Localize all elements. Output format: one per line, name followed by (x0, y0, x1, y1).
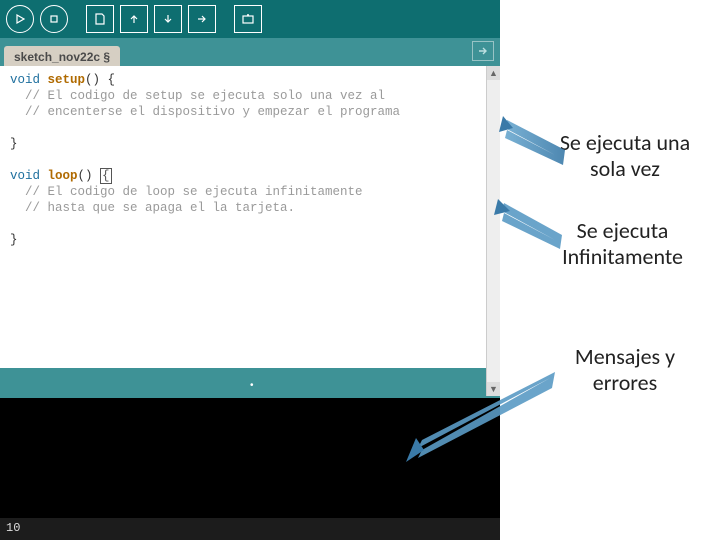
comment: // hasta que se apaga el la tarjeta. (10, 201, 295, 215)
annotation-setup: Se ejecuta una sola vez (540, 130, 710, 182)
new-button[interactable] (86, 5, 114, 33)
scroll-down-button[interactable]: ▼ (487, 382, 500, 396)
upload-button[interactable] (188, 5, 216, 33)
sketch-tab[interactable]: sketch_nov22c § (4, 46, 120, 66)
stop-button[interactable] (40, 5, 68, 33)
annotation-console: Mensajes y errores (545, 344, 705, 396)
annotation-loop: Se ejecuta Infinitamente (525, 218, 720, 270)
punct: } (10, 137, 18, 151)
function-setup: setup (48, 73, 86, 87)
scroll-up-button[interactable]: ▲ (487, 66, 500, 80)
comment: // El codigo de setup se ejecuta solo un… (10, 89, 385, 103)
punct: () { (85, 73, 115, 87)
toolbar (0, 0, 500, 38)
tab-bar: sketch_nov22c § (0, 38, 500, 66)
save-button[interactable] (154, 5, 182, 33)
function-loop: loop (48, 169, 78, 183)
code-editor[interactable]: void setup() { // El codigo de setup se … (0, 66, 500, 368)
keyword-void: void (10, 73, 48, 87)
tab-menu-button[interactable] (472, 41, 494, 61)
arduino-ide-window: sketch_nov22c § void setup() { // El cod… (0, 0, 500, 540)
punct: } (10, 233, 18, 247)
comment: // encenterse el dispositivo y empezar e… (10, 105, 400, 119)
punct: () (78, 169, 101, 183)
status-bar: • (0, 368, 500, 398)
keyword-void: void (10, 169, 48, 183)
status-indicator: • (250, 380, 254, 391)
open-button[interactable] (120, 5, 148, 33)
run-button[interactable] (6, 5, 34, 33)
line-number: 10 (6, 521, 20, 535)
comment: // El codigo de loop se ejecuta infinita… (10, 185, 363, 199)
serial-monitor-button[interactable] (234, 5, 262, 33)
console-panel[interactable] (0, 398, 500, 518)
footer-bar: 10 (0, 518, 500, 540)
text-cursor: { (100, 168, 112, 184)
vertical-scrollbar[interactable]: ▲ ▼ (486, 66, 500, 396)
